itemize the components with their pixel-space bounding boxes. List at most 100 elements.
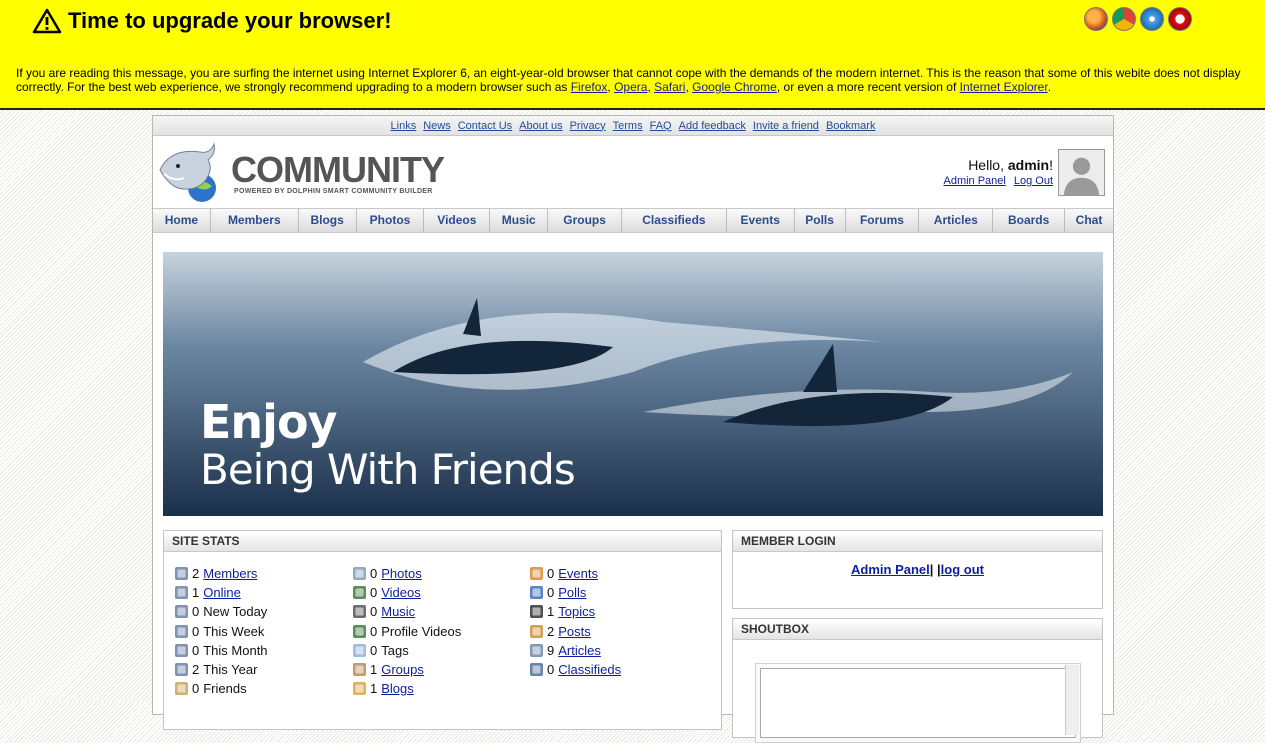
hello-suffix: ! bbox=[1049, 157, 1053, 173]
member-login-box: MEMBER LOGIN Admin Panel| |log out bbox=[732, 530, 1103, 609]
nav-tab-music[interactable]: Music bbox=[490, 209, 549, 232]
stat-label[interactable]: Articles bbox=[558, 643, 601, 658]
browser-icons bbox=[1084, 7, 1192, 31]
stat-label: This Week bbox=[203, 623, 265, 639]
dolphin-logo-icon[interactable] bbox=[156, 140, 222, 206]
top-link-faq[interactable]: FAQ bbox=[650, 120, 672, 132]
stat-groups[interactable]: 1 Groups bbox=[352, 660, 461, 679]
nav-tab-blogs[interactable]: Blogs bbox=[299, 209, 357, 232]
opera-icon[interactable] bbox=[1168, 7, 1192, 31]
top-link-news[interactable]: News bbox=[423, 120, 451, 132]
stat-blogs[interactable]: 1 Blogs bbox=[352, 679, 461, 698]
stat-members[interactable]: 2 Members bbox=[174, 564, 268, 583]
hello-prefix: Hello, bbox=[968, 157, 1008, 173]
stat-label[interactable]: Videos bbox=[381, 585, 421, 600]
stat-posts[interactable]: 2 Posts bbox=[529, 622, 621, 641]
stat-tags: 0 Tags bbox=[352, 641, 461, 660]
stat-label[interactable]: Posts bbox=[558, 624, 591, 639]
stat-profile-videos: 0 Profile Videos bbox=[352, 622, 461, 641]
upgrade-banner: Time to upgrade your browser! If you are… bbox=[0, 0, 1265, 110]
stat-label[interactable]: Groups bbox=[381, 662, 424, 677]
top-link-add-feedback[interactable]: Add feedback bbox=[679, 120, 746, 132]
stat-count: 1 bbox=[370, 662, 378, 678]
ie-link[interactable]: Internet Explorer bbox=[960, 80, 1048, 94]
nav-tab-forums[interactable]: Forums bbox=[846, 209, 920, 232]
nav-tab-chat[interactable]: Chat bbox=[1065, 209, 1113, 232]
logout-link[interactable]: Log Out bbox=[1014, 175, 1053, 187]
top-link-bookmark[interactable]: Bookmark bbox=[826, 120, 876, 132]
stat-label[interactable]: Topics bbox=[558, 604, 595, 619]
chrome-link[interactable]: Google Chrome bbox=[692, 80, 777, 94]
stat-events[interactable]: 0 Events bbox=[529, 564, 621, 583]
nav-tab-videos[interactable]: Videos bbox=[424, 209, 491, 232]
stat-label[interactable]: Classifieds bbox=[558, 662, 621, 677]
top-link-about-us[interactable]: About us bbox=[519, 120, 562, 132]
site-stats-title: SITE STATS bbox=[164, 531, 721, 552]
stat-label: Friends bbox=[203, 681, 247, 697]
stat-label[interactable]: Blogs bbox=[381, 681, 414, 696]
stat-label[interactable]: Polls bbox=[558, 585, 586, 600]
stat-label[interactable]: Events bbox=[558, 566, 598, 581]
stat-label[interactable]: Members bbox=[203, 566, 257, 581]
chrome-icon[interactable] bbox=[1112, 7, 1136, 31]
hero-title: Enjoy bbox=[200, 395, 338, 449]
firefox-icon[interactable] bbox=[1084, 7, 1108, 31]
safari-icon[interactable] bbox=[1140, 7, 1164, 31]
stat-count: 0 bbox=[370, 566, 378, 582]
stat-label: This Month bbox=[203, 642, 268, 658]
stat-count: 0 bbox=[192, 604, 200, 620]
stat-articles[interactable]: 9 Articles bbox=[529, 641, 621, 660]
top-link-terms[interactable]: Terms bbox=[613, 120, 643, 132]
stat-label[interactable]: Online bbox=[203, 585, 241, 600]
firefox-link[interactable]: Firefox bbox=[571, 80, 608, 94]
nav-tab-groups[interactable]: Groups bbox=[548, 209, 622, 232]
login-admin-panel-link[interactable]: Admin Panel bbox=[851, 562, 930, 577]
top-link-links[interactable]: Links bbox=[391, 120, 417, 132]
stat-label[interactable]: Photos bbox=[381, 566, 421, 581]
nav-tab-events[interactable]: Events bbox=[727, 209, 795, 232]
stat-this-month: 0 This Month bbox=[174, 641, 268, 660]
articles-icon bbox=[529, 643, 544, 658]
avatar[interactable] bbox=[1058, 149, 1105, 196]
shoutbox-scrollbar[interactable] bbox=[1065, 665, 1079, 735]
shoutbox-messages[interactable] bbox=[760, 668, 1076, 738]
top-link-privacy[interactable]: Privacy bbox=[570, 120, 606, 132]
stat-count: 1 bbox=[370, 681, 378, 697]
admin-panel-link[interactable]: Admin Panel bbox=[943, 175, 1005, 187]
stat-classifieds[interactable]: 0 Classifieds bbox=[529, 660, 621, 679]
stat-polls[interactable]: 0 Polls bbox=[529, 583, 621, 602]
stat-count: 2 bbox=[192, 566, 200, 582]
stat-topics[interactable]: 1 Topics bbox=[529, 602, 621, 621]
stat-count: 0 bbox=[370, 642, 378, 658]
nav-tab-polls[interactable]: Polls bbox=[795, 209, 846, 232]
stat-label[interactable]: Music bbox=[381, 604, 415, 619]
login-logout-link[interactable]: log out bbox=[941, 562, 984, 577]
stat-this-year: 2 This Year bbox=[174, 660, 268, 679]
nav-tab-members[interactable]: Members bbox=[211, 209, 299, 232]
stat-count: 1 bbox=[547, 604, 555, 620]
logo-text[interactable]: COMMUNITY bbox=[231, 152, 445, 188]
upgrade-title: Time to upgrade your browser! bbox=[32, 6, 392, 36]
stat-photos[interactable]: 0 Photos bbox=[352, 564, 461, 583]
nav-tab-classifieds[interactable]: Classifieds bbox=[622, 209, 727, 232]
safari-link[interactable]: Safari bbox=[654, 80, 685, 94]
stat-videos[interactable]: 0 Videos bbox=[352, 583, 461, 602]
top-link-invite-a-friend[interactable]: Invite a friend bbox=[753, 120, 819, 132]
top-link-contact-us[interactable]: Contact Us bbox=[458, 120, 512, 132]
shoutbox-frame bbox=[755, 663, 1081, 743]
stat-count: 0 bbox=[370, 585, 378, 601]
nav-tab-articles[interactable]: Articles bbox=[919, 209, 994, 232]
nav-tab-home[interactable]: Home bbox=[153, 209, 211, 232]
member-today-icon bbox=[174, 604, 189, 619]
nav-tab-boards[interactable]: Boards bbox=[993, 209, 1066, 232]
stat-count: 2 bbox=[547, 623, 555, 639]
username: admin bbox=[1007, 157, 1050, 173]
stat-music[interactable]: 0 Music bbox=[352, 602, 461, 621]
stat-new-today: 0 New Today bbox=[174, 602, 268, 621]
stat-online[interactable]: 1 Online bbox=[174, 583, 268, 602]
nav-tab-photos[interactable]: Photos bbox=[357, 209, 425, 232]
stat-count: 0 bbox=[547, 662, 555, 678]
top-links: Links News Contact Us About us Privacy Terms F… bbox=[153, 116, 1113, 136]
polls-icon bbox=[529, 585, 544, 600]
opera-link[interactable]: Opera bbox=[614, 80, 647, 94]
